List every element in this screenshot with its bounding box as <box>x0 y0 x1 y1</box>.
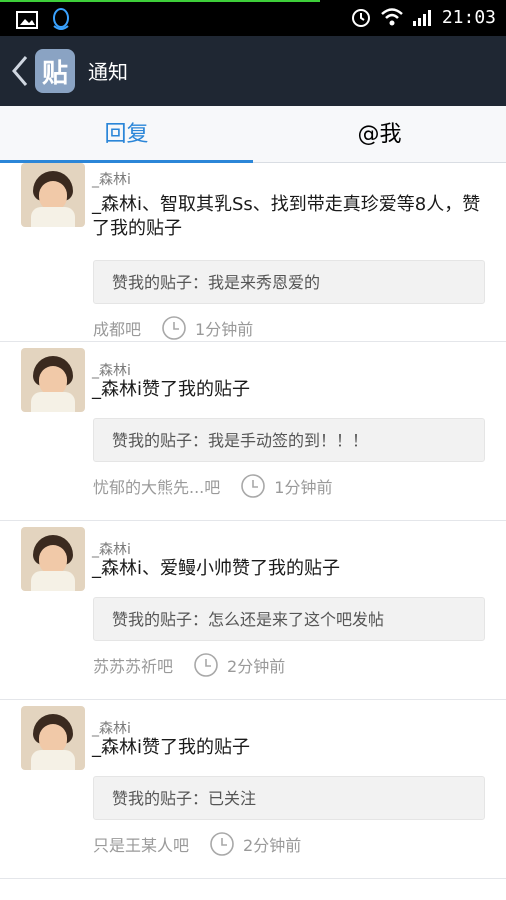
title-bar: 贴 通知 <box>0 36 506 106</box>
progress-line <box>0 0 320 2</box>
signal-icon <box>412 10 431 26</box>
username[interactable]: _森林i <box>92 539 131 559</box>
notification-text: _森林i赞了我的贴子 <box>92 379 251 400</box>
notification-list: _森林i _森林i、智取其乳Ss、找到带走真珍爱等8人，赞了我的贴子 赞我的贴子… <box>0 163 506 879</box>
clock-icon <box>241 474 266 498</box>
list-item[interactable]: _森林i _森林i赞了我的贴子 赞我的贴子：我是手动签的到！！！ 忧郁的大熊先.… <box>0 342 506 521</box>
back-arrow-icon[interactable] <box>10 54 30 88</box>
tab-mentions[interactable]: @我 <box>253 106 506 162</box>
page-title: 通知 <box>88 60 128 84</box>
qq-icon <box>53 8 69 30</box>
forum-name[interactable]: 苏苏苏祈吧 <box>93 653 173 677</box>
avatar[interactable] <box>21 348 85 412</box>
quoted-post[interactable]: 赞我的贴子：我是手动签的到！！！ <box>93 418 485 462</box>
list-item[interactable]: _森林i _森林i赞了我的贴子 赞我的贴子：已关注 只是王某人吧 2分钟前 <box>0 700 506 879</box>
timestamp: 2分钟前 <box>243 836 302 855</box>
forum-name[interactable]: 忧郁的大熊先...吧 <box>93 474 220 498</box>
clock-icon <box>162 316 186 340</box>
clock-time: 21:03 <box>441 6 496 28</box>
username[interactable]: _森林i <box>92 360 131 380</box>
avatar[interactable] <box>21 706 85 770</box>
tab-replies[interactable]: 回复 <box>0 106 253 163</box>
gallery-icon <box>16 11 38 29</box>
avatar[interactable] <box>21 163 85 227</box>
notification-text: _森林i、智取其乳Ss、找到带走真珍爱等8人，赞了我的贴子 <box>92 194 481 239</box>
clock-icon <box>210 832 234 856</box>
timestamp: 2分钟前 <box>227 657 286 676</box>
username[interactable]: _森林i <box>92 718 131 738</box>
username[interactable]: _森林i <box>92 169 131 189</box>
wifi-icon <box>380 8 403 26</box>
forum-name[interactable]: 成都吧 <box>93 316 141 340</box>
notification-text: _森林i、爱鳗小帅赞了我的贴子 <box>92 558 340 579</box>
list-item[interactable]: _森林i _森林i、爱鳗小帅赞了我的贴子 赞我的贴子：怎么还是来了这个吧发帖 苏… <box>0 521 506 700</box>
avatar[interactable] <box>21 527 85 591</box>
list-item[interactable]: _森林i _森林i、智取其乳Ss、找到带走真珍爱等8人，赞了我的贴子 赞我的贴子… <box>0 163 506 342</box>
quoted-post[interactable]: 赞我的贴子：已关注 <box>93 776 485 820</box>
alarm-icon <box>351 9 370 27</box>
timestamp: 1分钟前 <box>195 320 254 339</box>
status-bar: 21:03 <box>0 0 506 36</box>
notification-tabs: 回复 @我 <box>0 106 506 163</box>
timestamp: 1分钟前 <box>274 478 333 497</box>
notification-text: _森林i赞了我的贴子 <box>92 737 251 758</box>
tieba-logo: 贴 <box>35 49 75 93</box>
quoted-post[interactable]: 赞我的贴子：我是来秀恩爱的 <box>93 260 485 304</box>
forum-name[interactable]: 只是王某人吧 <box>93 832 189 856</box>
clock-icon <box>194 653 218 677</box>
quoted-post[interactable]: 赞我的贴子：怎么还是来了这个吧发帖 <box>93 597 485 641</box>
